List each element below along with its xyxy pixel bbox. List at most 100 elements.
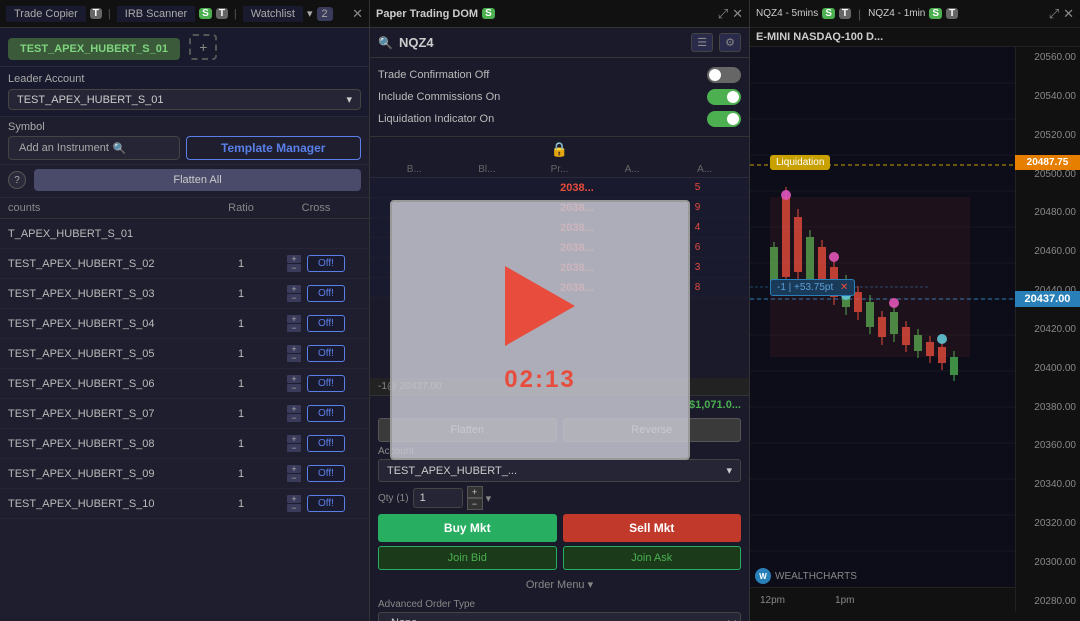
price-scale: 20560.00 20540.00 20520.00 20500.00 2048… [1015, 47, 1080, 612]
off-button[interactable]: Off! [307, 315, 345, 332]
table-row: TEST_APEX_HUBERT_S_06 1 + − Off! [0, 369, 369, 399]
chevron-down-icon: ▾ [726, 464, 732, 477]
ratio-plus[interactable]: + [287, 375, 301, 383]
qty-stepper[interactable]: + − [467, 486, 483, 510]
ratio-minus[interactable]: − [287, 324, 301, 332]
qty-plus[interactable]: + [467, 486, 483, 498]
template-manager-button[interactable]: Template Manager [186, 136, 362, 160]
test-apex-button[interactable]: TEST_APEX_HUBERT_S_01 [8, 38, 180, 60]
order-menu-row[interactable]: Order Menu ▾ [378, 574, 741, 595]
trade-confirmation-toggle[interactable] [707, 67, 741, 83]
advanced-order-select[interactable]: None [378, 612, 741, 621]
off-button[interactable]: Off! [307, 345, 345, 362]
ratio-plus[interactable]: + [287, 255, 301, 263]
chart-badge-t2: T [946, 8, 958, 19]
off-button[interactable]: Off! [307, 255, 345, 272]
ratio-stepper[interactable]: + − [287, 375, 301, 392]
expand-icon[interactable]: ⤢ [1049, 6, 1059, 22]
ratio-stepper[interactable]: + − [287, 495, 301, 512]
qty-minus[interactable]: − [467, 498, 483, 510]
ratio-minus[interactable]: − [287, 294, 301, 302]
close-icon[interactable]: ✕ [1063, 6, 1074, 22]
off-button[interactable]: Off! [307, 375, 345, 392]
ratio-stepper[interactable]: + − [287, 465, 301, 482]
watchlist-tab[interactable]: Watchlist [243, 6, 303, 22]
buy-sell-row: Buy Mkt Sell Mkt [378, 514, 741, 542]
dom-symbol-input[interactable] [399, 35, 685, 50]
ratio-stepper[interactable]: + − [287, 405, 301, 422]
ratio-minus[interactable]: − [287, 444, 301, 452]
ratio-plus[interactable]: + [287, 465, 301, 473]
ratio-stepper[interactable]: + − [287, 285, 301, 302]
sell-mkt-button[interactable]: Sell Mkt [563, 514, 742, 542]
chart-title: E-MINI NASDAQ-100 D... [750, 28, 1080, 47]
leader-account-dropdown[interactable]: TEST_APEX_HUBERT_S_01 ▾ [8, 89, 361, 110]
irb-scanner-tab[interactable]: IRB Scanner [117, 6, 195, 22]
ratio-plus[interactable]: + [287, 285, 301, 293]
ratio-minus[interactable]: − [287, 414, 301, 422]
table-row: TEST_APEX_HUBERT_S_03 1 + − Off! [0, 279, 369, 309]
close-icon[interactable]: ✕ [352, 6, 363, 22]
ratio-stepper[interactable]: + − [287, 255, 301, 272]
symbol-label: Symbol [8, 121, 361, 133]
join-row: Join Bid Join Ask [378, 546, 741, 570]
dom-title: Paper Trading DOM [376, 8, 478, 20]
watermark: W WEALTHCHARTS [755, 568, 857, 584]
table-row: TEST_APEX_HUBERT_S_10 1 + − Off! [0, 489, 369, 519]
off-button[interactable]: Off! [307, 495, 345, 512]
table-row: TEST_APEX_HUBERT_S_09 1 + − Off! [0, 459, 369, 489]
ratio-plus[interactable]: + [287, 405, 301, 413]
table-row: TEST_APEX_HUBERT_S_08 1 + − Off! [0, 429, 369, 459]
ratio-stepper[interactable]: + − [287, 435, 301, 452]
play-button[interactable] [505, 266, 575, 346]
liquidation-badge: Liquidation [770, 155, 830, 170]
join-bid-button[interactable]: Join Bid [378, 546, 557, 570]
ratio-minus[interactable]: − [287, 474, 301, 482]
off-button[interactable]: Off! [307, 405, 345, 422]
buy-mkt-button[interactable]: Buy Mkt [378, 514, 557, 542]
liquidation-indicator-label: Liquidation Indicator On [378, 113, 494, 125]
close-icon[interactable]: ✕ [732, 6, 743, 22]
dom-layout-btn[interactable]: ☰ [691, 33, 713, 52]
ratio-stepper[interactable]: + − [287, 345, 301, 362]
dom-cols-header: B... Bl... Pr... A... A... [370, 162, 749, 178]
trade-confirmation-label: Trade Confirmation Off [378, 69, 489, 81]
qty-label: Qty (1) [378, 493, 409, 504]
expand-icon[interactable]: ⤢ [718, 6, 728, 22]
search-icon: 🔍 [113, 142, 127, 155]
include-commissions-toggle[interactable] [707, 89, 741, 105]
ratio-plus[interactable]: + [287, 315, 301, 323]
ratio-plus[interactable]: + [287, 345, 301, 353]
off-button[interactable]: Off! [307, 465, 345, 482]
lock-icon: 🔒 [551, 141, 568, 158]
ratio-minus[interactable]: − [287, 264, 301, 272]
ratio-minus[interactable]: − [287, 354, 301, 362]
help-icon[interactable]: ? [8, 171, 26, 189]
dom-account-dropdown[interactable]: TEST_APEX_HUBERT_... ▾ [378, 459, 741, 482]
ratio-stepper[interactable]: + − [287, 315, 301, 332]
ratio-minus[interactable]: − [287, 504, 301, 512]
table-row: TEST_APEX_HUBERT_S_05 1 + − Off! [0, 339, 369, 369]
trade-copier-tab[interactable]: Trade Copier [6, 6, 86, 22]
search-icon: 🔍 [378, 36, 393, 50]
order-close-icon[interactable]: ✕ [840, 282, 848, 293]
ratio-minus[interactable]: − [287, 384, 301, 392]
join-ask-button[interactable]: Join Ask [563, 546, 742, 570]
liquidation-indicator-toggle[interactable] [707, 111, 741, 127]
off-button[interactable]: Off! [307, 285, 345, 302]
ratio-plus[interactable]: + [287, 495, 301, 503]
add-button[interactable]: + [189, 34, 217, 60]
ratio-plus[interactable]: + [287, 435, 301, 443]
chart-badge-s: S [822, 8, 835, 19]
add-instrument-button[interactable]: Add an Instrument 🔍 [8, 136, 180, 160]
qty-expand[interactable]: ▾ [486, 492, 492, 505]
dom-settings-btn[interactable]: ⚙ [719, 33, 741, 52]
off-button[interactable]: Off! [307, 435, 345, 452]
leader-account-section: Leader Account TEST_APEX_HUBERT_S_01 ▾ [0, 67, 369, 117]
dom-price-row[interactable]: 2038... 5 [370, 178, 749, 198]
qty-input[interactable] [413, 488, 463, 508]
chevron-down-icon: ▾ [346, 93, 352, 106]
pnl-value: $1,071.0... [689, 399, 741, 411]
flatten-all-button[interactable]: Flatten All [34, 169, 361, 191]
leader-account-label: Leader Account [8, 73, 361, 85]
